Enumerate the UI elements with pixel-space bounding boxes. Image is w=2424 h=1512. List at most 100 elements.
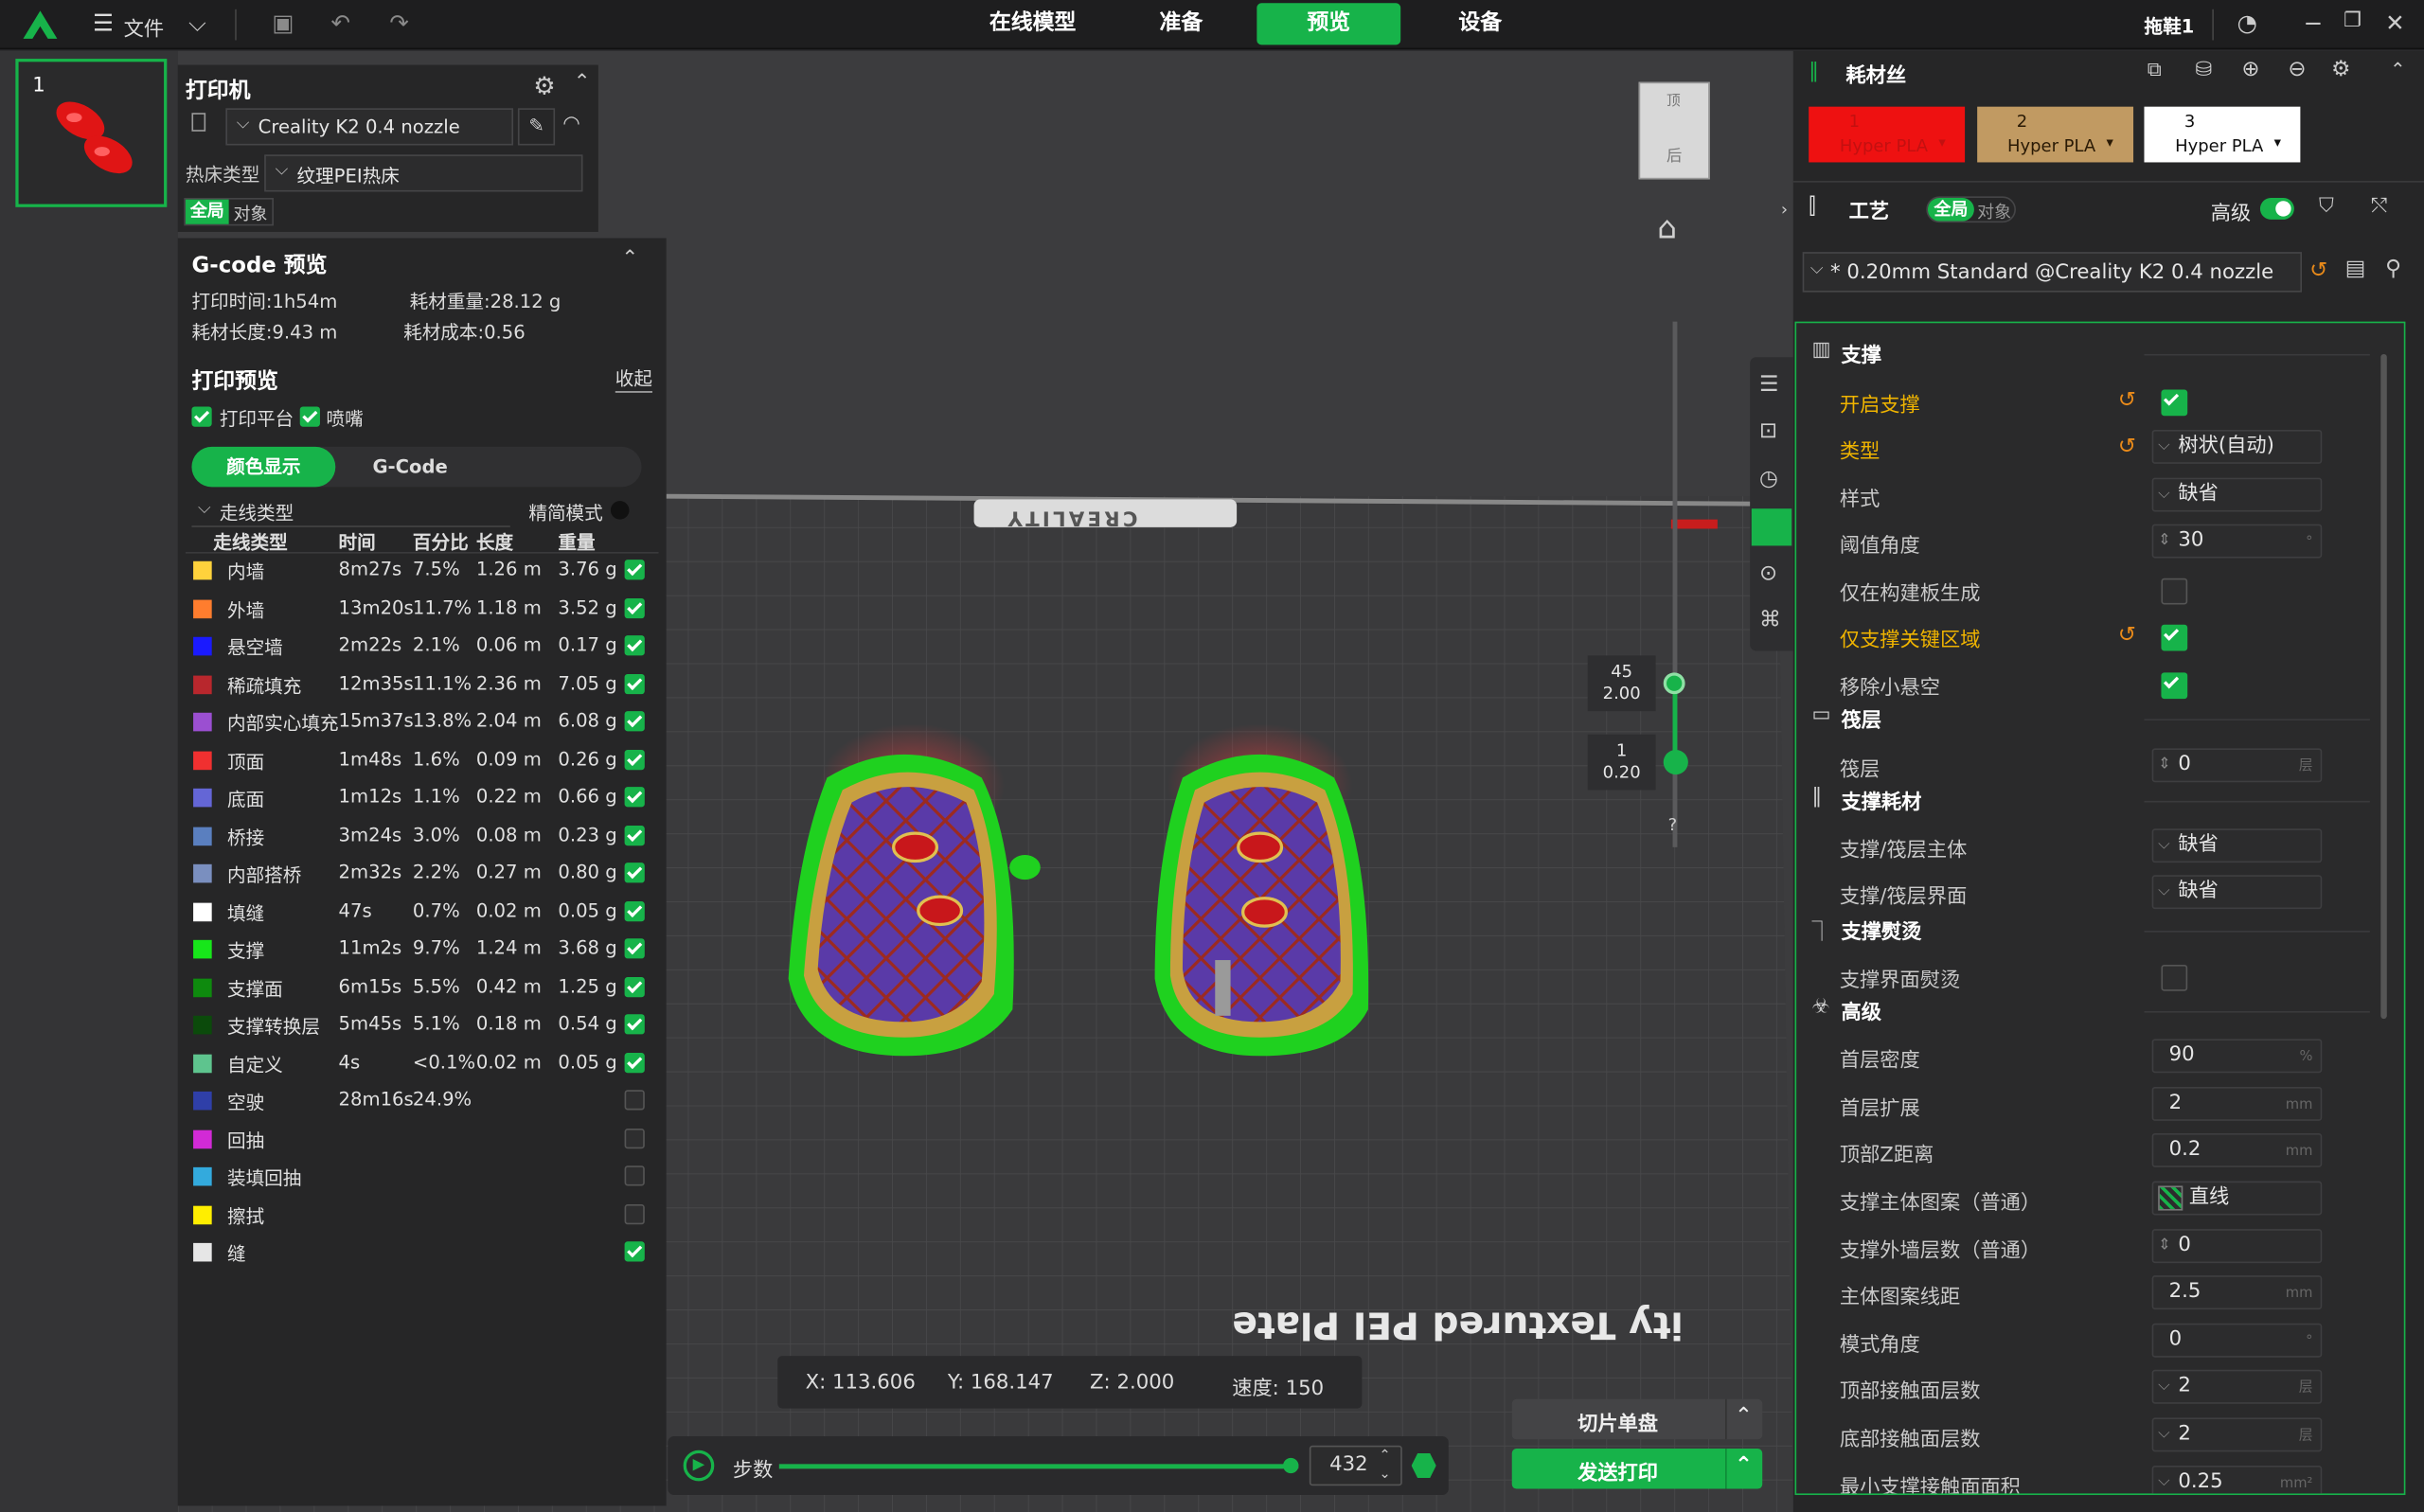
process-scope-global[interactable]: 全局 xyxy=(1927,198,1974,222)
file-menu[interactable]: 文件 xyxy=(124,12,164,42)
collapse-icon[interactable]: ⌃ xyxy=(574,71,591,94)
legend-visibility-checkbox[interactable] xyxy=(624,673,645,694)
setting-checkbox[interactable] xyxy=(2161,578,2188,605)
send-print-button[interactable]: 发送打印 ⌃ xyxy=(1511,1449,1763,1489)
setting-field[interactable]: 90% xyxy=(2151,1039,2323,1074)
layer-slider-bottom-handle[interactable] xyxy=(1663,749,1688,775)
play-icon[interactable]: ▶ xyxy=(683,1450,715,1482)
steps-slider-handle[interactable] xyxy=(1283,1457,1299,1474)
add-filament-icon[interactable]: ⊕ xyxy=(2241,57,2259,81)
legend-visibility-checkbox[interactable] xyxy=(624,635,645,656)
compare-icon[interactable]: ⛉ xyxy=(2319,195,2334,218)
legend-visibility-checkbox[interactable] xyxy=(624,787,645,808)
scope-global[interactable]: 全局 xyxy=(185,199,229,224)
search-icon[interactable]: ⚲ xyxy=(2385,257,2401,281)
home-view-icon[interactable]: ⌂ xyxy=(1657,208,1677,245)
printer-select[interactable]: ⌵ Creality K2 0.4 nozzle xyxy=(225,108,514,146)
legend-visibility-checkbox[interactable] xyxy=(624,711,645,732)
setting-checkbox[interactable] xyxy=(2161,624,2188,651)
target-icon[interactable]: ⊙ xyxy=(1759,561,1777,586)
setting-field[interactable]: ⌵ 缺省 xyxy=(2151,875,2323,910)
view-cube[interactable]: 顶 后 xyxy=(1638,81,1710,180)
collapse-link[interactable]: 收起 xyxy=(615,365,653,393)
save-icon[interactable]: ▣ xyxy=(272,9,294,37)
steps-input[interactable]: 432 ⌃ ⌄ xyxy=(1309,1445,1402,1486)
legend-visibility-checkbox[interactable] xyxy=(624,1165,645,1186)
edit-icon[interactable]: ✎ xyxy=(517,108,556,146)
clover-icon[interactable]: ⌘ xyxy=(1759,608,1781,632)
show-nozzle-checkbox[interactable] xyxy=(299,405,320,427)
legend-visibility-checkbox[interactable] xyxy=(624,1014,645,1035)
legend-visibility-checkbox[interactable] xyxy=(624,900,645,921)
setting-field[interactable]: ⌵ 2 层 xyxy=(2151,1417,2323,1452)
setting-field[interactable]: 直线 xyxy=(2151,1181,2323,1216)
setting-field[interactable]: ⌵ 缺省 xyxy=(2151,477,2323,512)
save-preset-icon[interactable]: ▤ xyxy=(2345,257,2366,281)
line-type-select[interactable]: ⌵ 走线类型 xyxy=(191,496,510,527)
reset-icon[interactable]: ↺ xyxy=(2118,388,2136,413)
remove-filament-icon[interactable]: ⊖ xyxy=(2288,57,2306,81)
tab-device[interactable]: 设备 xyxy=(1407,3,1554,44)
tab-color-display[interactable]: 颜色显示 xyxy=(191,446,336,488)
chevron-up-icon[interactable]: ⌃ xyxy=(1735,1453,1753,1478)
stepper-icon[interactable]: ⌃ ⌄ xyxy=(1379,1447,1390,1484)
setting-field[interactable]: 2.5 mm xyxy=(2151,1275,2323,1310)
preview-mode-icon[interactable] xyxy=(1751,508,1792,546)
chevron-up-icon[interactable]: ⌃ xyxy=(1735,1404,1753,1429)
show-plate-checkbox[interactable] xyxy=(191,405,212,427)
scope-object[interactable]: 对象 xyxy=(234,201,268,225)
setting-field[interactable]: ⌵ 缺省 xyxy=(2151,828,2323,863)
chevron-down-icon[interactable]: ▾ xyxy=(2106,136,2112,151)
chevron-down-icon[interactable]: ⌵ xyxy=(188,9,206,37)
reset-icon[interactable]: ↺ xyxy=(2118,623,2136,648)
reset-icon[interactable]: ↺ xyxy=(2309,258,2327,283)
layer-stack-icon[interactable] xyxy=(1411,1452,1436,1479)
setting-checkbox[interactable] xyxy=(2161,672,2188,700)
legend-visibility-checkbox[interactable] xyxy=(624,825,645,845)
wifi-icon[interactable]: ◠ xyxy=(562,113,580,135)
collapse-icon[interactable]: ⌃ xyxy=(621,247,638,270)
plate-thumbnail[interactable]: 1 xyxy=(15,59,168,207)
legend-visibility-checkbox[interactable] xyxy=(624,1128,645,1148)
expand-left-icon[interactable]: › xyxy=(1781,200,1788,220)
tab-gcode[interactable]: G-Code xyxy=(372,456,447,478)
fit-view-icon[interactable]: ⊡ xyxy=(1759,419,1777,444)
setting-field[interactable]: 0 ° xyxy=(2151,1323,2323,1358)
scrollbar[interactable] xyxy=(2380,353,2387,1020)
fine-mode-toggle[interactable] xyxy=(610,501,630,520)
close-icon[interactable]: ✕ xyxy=(2385,9,2405,37)
collapse-icon[interactable]: ⌃ xyxy=(2390,59,2405,80)
layers-icon[interactable]: ☰ xyxy=(1759,373,1779,398)
tab-prepare[interactable]: 准备 xyxy=(1110,3,1252,44)
legend-visibility-checkbox[interactable] xyxy=(624,976,645,997)
legend-visibility-checkbox[interactable] xyxy=(624,749,645,770)
setting-field[interactable]: ⌵ 2 层 xyxy=(2151,1369,2323,1404)
process-scope-object[interactable]: 对象 xyxy=(1977,200,2011,224)
setting-field[interactable]: ⇕ 0 xyxy=(2151,1229,2323,1264)
slice-plate-button[interactable]: 切片单盘 ⌃ xyxy=(1511,1398,1763,1440)
redo-icon[interactable]: ↷ xyxy=(389,9,409,37)
filament-slot[interactable]: 2 Hyper PLA ▾ xyxy=(1976,106,2133,163)
cube-top-face[interactable]: 顶 xyxy=(1666,90,1681,110)
legend-visibility-checkbox[interactable] xyxy=(624,1203,645,1224)
tab-online-models[interactable]: 在线模型 xyxy=(962,3,1104,44)
minimize-icon[interactable]: − xyxy=(2304,9,2324,37)
tab-preview[interactable]: 预览 xyxy=(1257,3,1401,45)
speed-icon[interactable]: ◷ xyxy=(1759,467,1778,491)
account-icon[interactable]: ◔ xyxy=(2237,9,2256,37)
chevron-down-icon[interactable]: ▾ xyxy=(1938,136,1945,151)
advanced-toggle[interactable] xyxy=(2259,198,2294,220)
share-icon[interactable]: ⤲ xyxy=(2371,195,2387,218)
legend-visibility-checkbox[interactable] xyxy=(624,1052,645,1073)
bed-type-select[interactable]: ⌵ 纹理PEI热床 xyxy=(264,154,583,192)
legend-visibility-checkbox[interactable] xyxy=(624,938,645,959)
legend-visibility-checkbox[interactable] xyxy=(624,863,645,883)
setting-field[interactable]: 0.2 mm xyxy=(2151,1132,2323,1167)
process-preset-select[interactable]: ⌵ * 0.20mm Standard @Creality K2 0.4 noz… xyxy=(1802,252,2303,293)
chevron-down-icon[interactable]: ▾ xyxy=(2274,136,2281,151)
setting-field[interactable]: ⌵ 树状(自动) xyxy=(2151,429,2323,464)
restore-icon[interactable]: ❐ xyxy=(2344,9,2362,32)
settings-gear-icon[interactable]: ⚙ xyxy=(2331,57,2351,81)
process-scope-toggle[interactable]: 全局 对象 xyxy=(1926,196,2016,224)
setting-checkbox[interactable] xyxy=(2161,964,2188,991)
